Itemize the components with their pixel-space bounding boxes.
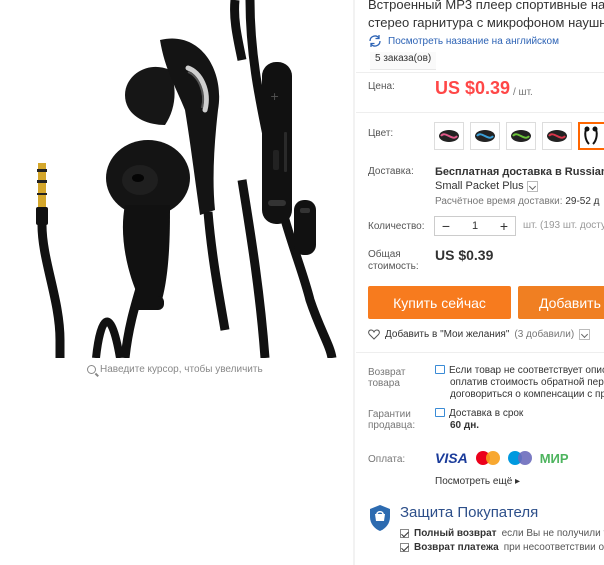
wishlist-label: Добавить в "Мои желания" bbox=[385, 329, 510, 340]
quantity-input[interactable]: 1 bbox=[457, 220, 493, 232]
add-to-cart-button[interactable]: Добавить bbox=[518, 286, 604, 319]
price-value: US $0.39 bbox=[435, 78, 511, 98]
quantity-increase-button[interactable]: + bbox=[493, 217, 515, 235]
returns-label-line1: Возврат bbox=[368, 367, 406, 378]
color-swatches bbox=[434, 122, 604, 150]
translate-link-text: Посмотреть название на английском bbox=[388, 35, 559, 47]
returns-line3: договориться о компенсации с пр bbox=[450, 389, 604, 400]
checkmark-icon bbox=[400, 529, 409, 538]
earphones-illustration: + bbox=[36, 0, 337, 358]
shipping-method: Бесплатная доставка в Russian Fed bbox=[435, 166, 604, 178]
wishlist-count: (3 добавили) bbox=[514, 329, 575, 340]
jack-plug bbox=[36, 163, 65, 358]
seller-guarantee-line1: Доставка в срок bbox=[449, 408, 524, 419]
left-earbud bbox=[106, 140, 190, 358]
divider bbox=[356, 352, 604, 353]
payment-methods: VISA МИР bbox=[435, 450, 569, 466]
seller-guarantee-info: Доставка в срок 60 дн. bbox=[435, 408, 523, 432]
zoom-hint-text: Наведите курсор, чтобы увеличить bbox=[100, 364, 263, 375]
svg-text:+: + bbox=[270, 90, 279, 103]
payment-label: Оплата: bbox=[368, 454, 406, 465]
seller-guarantee-line2: 60 дн. bbox=[450, 420, 480, 431]
protection-item-refund: Полный возврат если Вы не получили то bbox=[400, 528, 604, 539]
returns-line2: оплатив стоимость обратной пер bbox=[450, 377, 604, 388]
shipping-method-select[interactable]: Small Packet Plus bbox=[435, 180, 538, 192]
protection-item2-text: при несоответствии опи bbox=[503, 542, 604, 553]
shield-icon bbox=[370, 505, 390, 531]
total-price: US $0.39 bbox=[435, 247, 494, 263]
product-image[interactable]: + bbox=[0, 0, 352, 358]
orders-count: 5 заказа(ов) bbox=[370, 52, 437, 70]
title-line-1: Встроенный MP3 плеер спортивные науш bbox=[368, 0, 604, 12]
mir-logo: МИР bbox=[539, 450, 569, 466]
shipping-label: Доставка: bbox=[368, 166, 414, 177]
heart-icon bbox=[368, 329, 380, 340]
total-label-line1: Общая bbox=[368, 249, 401, 260]
translate-icon bbox=[369, 35, 381, 47]
earphone-thumb-icon bbox=[547, 130, 567, 142]
color-swatch-pink[interactable] bbox=[434, 122, 464, 150]
earphone-thumb-icon bbox=[511, 130, 531, 142]
color-swatch-black[interactable] bbox=[578, 122, 604, 150]
add-to-wishlist-link[interactable]: Добавить в "Мои желания" (3 добавили) bbox=[368, 329, 591, 340]
earphone-thumb-icon bbox=[439, 130, 459, 142]
buyer-protection-title: Защита Покупателя bbox=[400, 504, 539, 521]
divider bbox=[356, 112, 604, 113]
delivery-time: Расчётное время доставки: 29-52 д bbox=[435, 196, 600, 207]
quantity-label: Количество: bbox=[368, 221, 425, 232]
checkmark-icon bbox=[400, 543, 409, 552]
price-label: Цена: bbox=[368, 81, 395, 92]
returns-label-line2: товара bbox=[368, 378, 400, 389]
total-label-line2: стоимость: bbox=[368, 261, 419, 272]
translate-link[interactable]: Посмотреть название на английском bbox=[368, 35, 559, 47]
visa-logo: VISA bbox=[435, 450, 468, 466]
quantity-decrease-button[interactable]: − bbox=[435, 217, 457, 235]
returns-info: Если товар не соответствует опис оплатив… bbox=[435, 365, 604, 401]
mastercard-logo bbox=[475, 451, 500, 465]
color-swatch-green[interactable] bbox=[506, 122, 536, 150]
divider bbox=[356, 72, 604, 73]
protection-item1-bold: Полный возврат bbox=[414, 528, 497, 539]
protection-item1-text: если Вы не получили то bbox=[501, 528, 604, 539]
magnifier-icon bbox=[87, 365, 96, 374]
vertical-divider bbox=[353, 0, 355, 565]
chevron-down-icon bbox=[579, 329, 591, 340]
earphone-thumb-icon bbox=[475, 130, 495, 142]
payment-more-text: Посмотреть ещё bbox=[435, 476, 513, 487]
maestro-logo bbox=[507, 451, 532, 465]
buy-now-button[interactable]: Купить сейчас bbox=[368, 286, 511, 319]
quantity-stepper: − 1 + bbox=[434, 216, 516, 236]
payment-more-link[interactable]: Посмотреть ещё ▸ bbox=[435, 476, 520, 487]
price-unit: / шт. bbox=[513, 87, 533, 98]
color-label: Цвет: bbox=[368, 128, 394, 139]
color-swatch-blue[interactable] bbox=[470, 122, 500, 150]
chevron-right-icon: ▸ bbox=[515, 476, 521, 487]
product-info-panel: Встроенный MP3 плеер спортивные науш сте… bbox=[356, 0, 604, 565]
seller-guarantee-label-line2: продавца: bbox=[368, 420, 416, 431]
shipping-method-line2: Small Packet Plus bbox=[435, 180, 524, 192]
zoom-hint: Наведите курсор, чтобы увеличить bbox=[87, 364, 263, 375]
earphone-thumb-icon bbox=[584, 126, 598, 145]
delivery-time-value: 29-52 д bbox=[565, 196, 600, 207]
seller-guarantee-label-line1: Гарантии bbox=[368, 409, 411, 420]
seller-guarantee-label: Гарантии продавца: bbox=[368, 409, 415, 431]
title-line-2: стерео гарнитура с микрофоном наушник bbox=[368, 15, 604, 30]
product-title: Встроенный MP3 плеер спортивные науш сте… bbox=[368, 0, 604, 32]
protection-item2-bold: Возврат платежа bbox=[414, 542, 499, 553]
color-swatch-red[interactable] bbox=[542, 122, 572, 150]
protection-item-payment-return: Возврат платежа при несоответствии опи bbox=[400, 542, 604, 553]
quantity-available: шт. (193 шт. доступ bbox=[523, 220, 604, 231]
delivery-time-label: Расчётное время доставки: bbox=[435, 196, 563, 207]
returns-line1: Если товар не соответствует опис bbox=[449, 365, 604, 376]
document-icon bbox=[435, 365, 445, 374]
clock-icon bbox=[435, 408, 445, 417]
total-label: Общая стоимость: bbox=[368, 249, 419, 273]
chevron-down-icon bbox=[526, 180, 538, 192]
returns-label: Возврат товара bbox=[368, 367, 406, 389]
